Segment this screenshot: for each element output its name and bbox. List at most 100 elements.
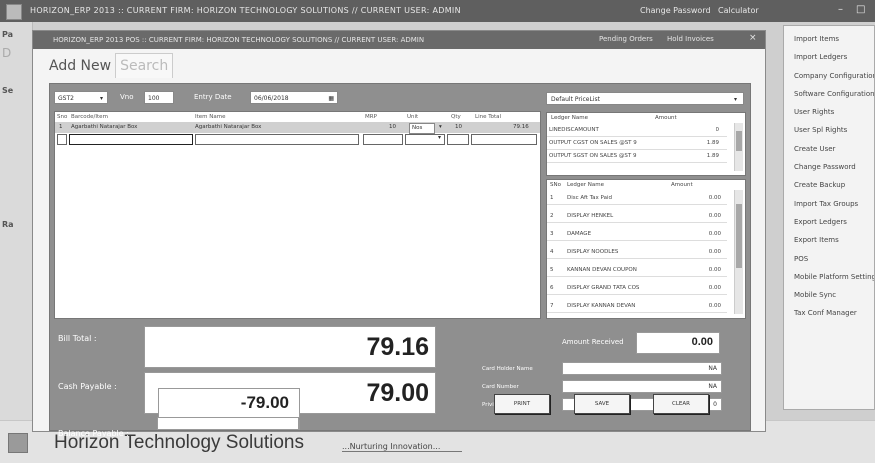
- col-header-ledger-name: Ledger Name: [567, 182, 604, 188]
- scroll-thumb[interactable]: [736, 204, 742, 268]
- left-label: Se: [2, 86, 14, 95]
- menu-software-configuration[interactable]: Software Configuration: [784, 85, 874, 103]
- cell-unit[interactable]: Nos: [409, 123, 436, 134]
- qty-input[interactable]: [447, 134, 469, 145]
- balance-payable-box-bottom: [157, 417, 299, 430]
- line-total-input[interactable]: [471, 134, 537, 145]
- ledger-top-scrollbar[interactable]: [734, 123, 743, 171]
- table-row[interactable]: 6 DISPLAY GRAND TATA COS 0.00: [547, 282, 727, 295]
- menu-mobile-platform-setting[interactable]: Mobile Platform Setting: [784, 268, 874, 286]
- menu-pos[interactable]: POS: [784, 250, 874, 268]
- ledger-sno: 1: [550, 195, 554, 201]
- item-name-input[interactable]: [195, 134, 359, 145]
- card-number-label: Card Number: [482, 384, 519, 390]
- cell-item-name: Agarbathi Natarajar Box: [195, 124, 262, 130]
- entry-date-value: 06/06/2018: [254, 95, 289, 102]
- calendar-icon[interactable]: ▦: [328, 92, 334, 105]
- unit-select[interactable]: ▾: [405, 134, 445, 145]
- ledger-amount: 1.89: [706, 153, 719, 159]
- ledger-sno: 7: [550, 303, 554, 309]
- save-button[interactable]: SAVE: [574, 394, 630, 414]
- balance-payable-label: Balance Payable :: [58, 429, 129, 438]
- table-row[interactable]: 3 DAMAGE 0.00: [547, 228, 727, 241]
- tax-ledger-table: Ledger Name Amount LINEDISCAMOUNT 0 OUTP…: [546, 112, 746, 176]
- calculator-link[interactable]: Calculator: [718, 6, 759, 15]
- menu-import-items[interactable]: Import Items: [784, 30, 874, 48]
- table-row[interactable]: OUTPUT CGST ON SALES @ST 9 1.89: [547, 137, 727, 150]
- table-row[interactable]: 5 KANNAN DEVAN COUPON 0.00: [547, 264, 727, 277]
- new-sno-input[interactable]: [57, 134, 67, 145]
- menu-create-user[interactable]: Create User: [784, 140, 874, 158]
- scroll-thumb[interactable]: [736, 131, 742, 151]
- ledger-sno: 5: [550, 267, 554, 273]
- maximize-icon[interactable]: □: [856, 4, 865, 15]
- card-holder-name-input[interactable]: NA: [562, 362, 722, 375]
- menu-export-ledgers[interactable]: Export Ledgers: [784, 213, 874, 231]
- ledger-sno: 6: [550, 285, 554, 291]
- col-header-mrp: MRP: [365, 114, 377, 120]
- tab-add-new[interactable]: Add New: [45, 54, 115, 78]
- mrp-input[interactable]: [363, 134, 403, 145]
- balance-payable-display: -79.00: [158, 388, 300, 418]
- barcode-input[interactable]: [69, 134, 193, 145]
- print-button[interactable]: PRINT: [494, 394, 550, 414]
- hold-invoices-link[interactable]: Hold Invoices: [667, 35, 714, 43]
- ledger-sno: 2: [550, 213, 554, 219]
- taskbar-app-icon[interactable]: [8, 433, 28, 453]
- menu-create-backup[interactable]: Create Backup: [784, 176, 874, 194]
- price-list-select[interactable]: Default PriceList ▾: [546, 92, 744, 105]
- table-row[interactable]: 2 DISPLAY HENKEL 0.00: [547, 210, 727, 223]
- menu-user-spl-rights[interactable]: User Spl Rights: [784, 121, 874, 139]
- ledger-amount: 0: [715, 127, 720, 133]
- table-row[interactable]: 7 DISPLAY KANNAN DEVAN 0.00: [547, 300, 727, 313]
- menu-company-configuration[interactable]: Company Configuration: [784, 67, 874, 85]
- change-password-link[interactable]: Change Password: [640, 6, 711, 15]
- col-header-sno: SNo: [550, 182, 561, 188]
- left-label: Ra: [2, 220, 14, 229]
- amount-received-input[interactable]: 0.00: [636, 332, 720, 354]
- bill-total-value: 79.16: [366, 333, 429, 361]
- ledger-name: DAMAGE: [567, 231, 592, 237]
- pos-title-bar: HORIZON_ERP 2013 POS :: CURRENT FIRM: HO…: [33, 31, 765, 49]
- ledger-amount: 0.00: [708, 303, 721, 309]
- left-panel: Pa D Se Ra: [0, 22, 33, 432]
- entry-header: GST2 ▾ Vno 100 Entry Date 06/06/2018 ▦: [54, 88, 542, 106]
- close-icon[interactable]: ×: [749, 33, 757, 43]
- table-row[interactable]: 1 Disc Aft Tax Paid 0.00: [547, 192, 727, 205]
- menu-import-ledgers[interactable]: Import Ledgers: [784, 48, 874, 66]
- ledger-amount: 0.00: [708, 285, 721, 291]
- table-row[interactable]: 4 DISPLAY NOODLES 0.00: [547, 246, 727, 259]
- minimize-icon[interactable]: –: [838, 4, 843, 15]
- menu-change-password[interactable]: Change Password: [784, 158, 874, 176]
- chevron-down-icon: ▾: [733, 96, 737, 103]
- entry-date-input[interactable]: 06/06/2018 ▦: [250, 91, 338, 104]
- discount-ledger-table: SNo Ledger Name Amount 1 Disc Aft Tax Pa…: [546, 179, 746, 319]
- table-row[interactable]: LINEDISCAMOUNT 0: [547, 124, 727, 137]
- menu-tax-conf-manager[interactable]: Tax Conf Manager: [784, 304, 874, 322]
- cell-sno: 1: [59, 124, 63, 130]
- col-header-line-total: Line Total: [475, 114, 502, 120]
- table-row[interactable]: OUTPUT SGST ON SALES @ST 9 1.89: [547, 150, 727, 163]
- tab-search[interactable]: Search: [115, 53, 174, 78]
- ledger-bottom-scrollbar[interactable]: [734, 190, 743, 314]
- new-item-row: ▾: [55, 134, 540, 146]
- menu-user-rights[interactable]: User Rights: [784, 103, 874, 121]
- ledger-name: OUTPUT CGST ON SALES @ST 9: [549, 140, 637, 146]
- bill-total-label: Bill Total :: [58, 334, 97, 343]
- pos-form: GST2 ▾ Vno 100 Entry Date 06/06/2018 ▦ S…: [49, 83, 751, 438]
- card-number-input[interactable]: NA: [562, 380, 722, 393]
- chevron-down-icon: ▾: [99, 95, 103, 102]
- menu-mobile-sync[interactable]: Mobile Sync: [784, 286, 874, 304]
- clear-button[interactable]: CLEAR: [653, 394, 709, 414]
- admin-menu: Import Items Import Ledgers Company Conf…: [783, 25, 875, 410]
- menu-import-tax-groups[interactable]: Import Tax Groups: [784, 195, 874, 213]
- pending-orders-link[interactable]: Pending Orders: [599, 35, 653, 43]
- voucher-type-select[interactable]: GST2 ▾: [54, 91, 108, 104]
- vno-input[interactable]: 100: [144, 91, 174, 104]
- ledger-name: DISPLAY NOODLES: [567, 249, 619, 255]
- menu-export-items[interactable]: Export Items: [784, 231, 874, 249]
- ledger-amount: 0.00: [708, 249, 721, 255]
- chevron-down-icon: ▾: [439, 124, 442, 130]
- table-row[interactable]: 1 Agarbathi Natarajar Box Agarbathi Nata…: [55, 122, 540, 134]
- col-header-amount: Amount: [671, 182, 693, 188]
